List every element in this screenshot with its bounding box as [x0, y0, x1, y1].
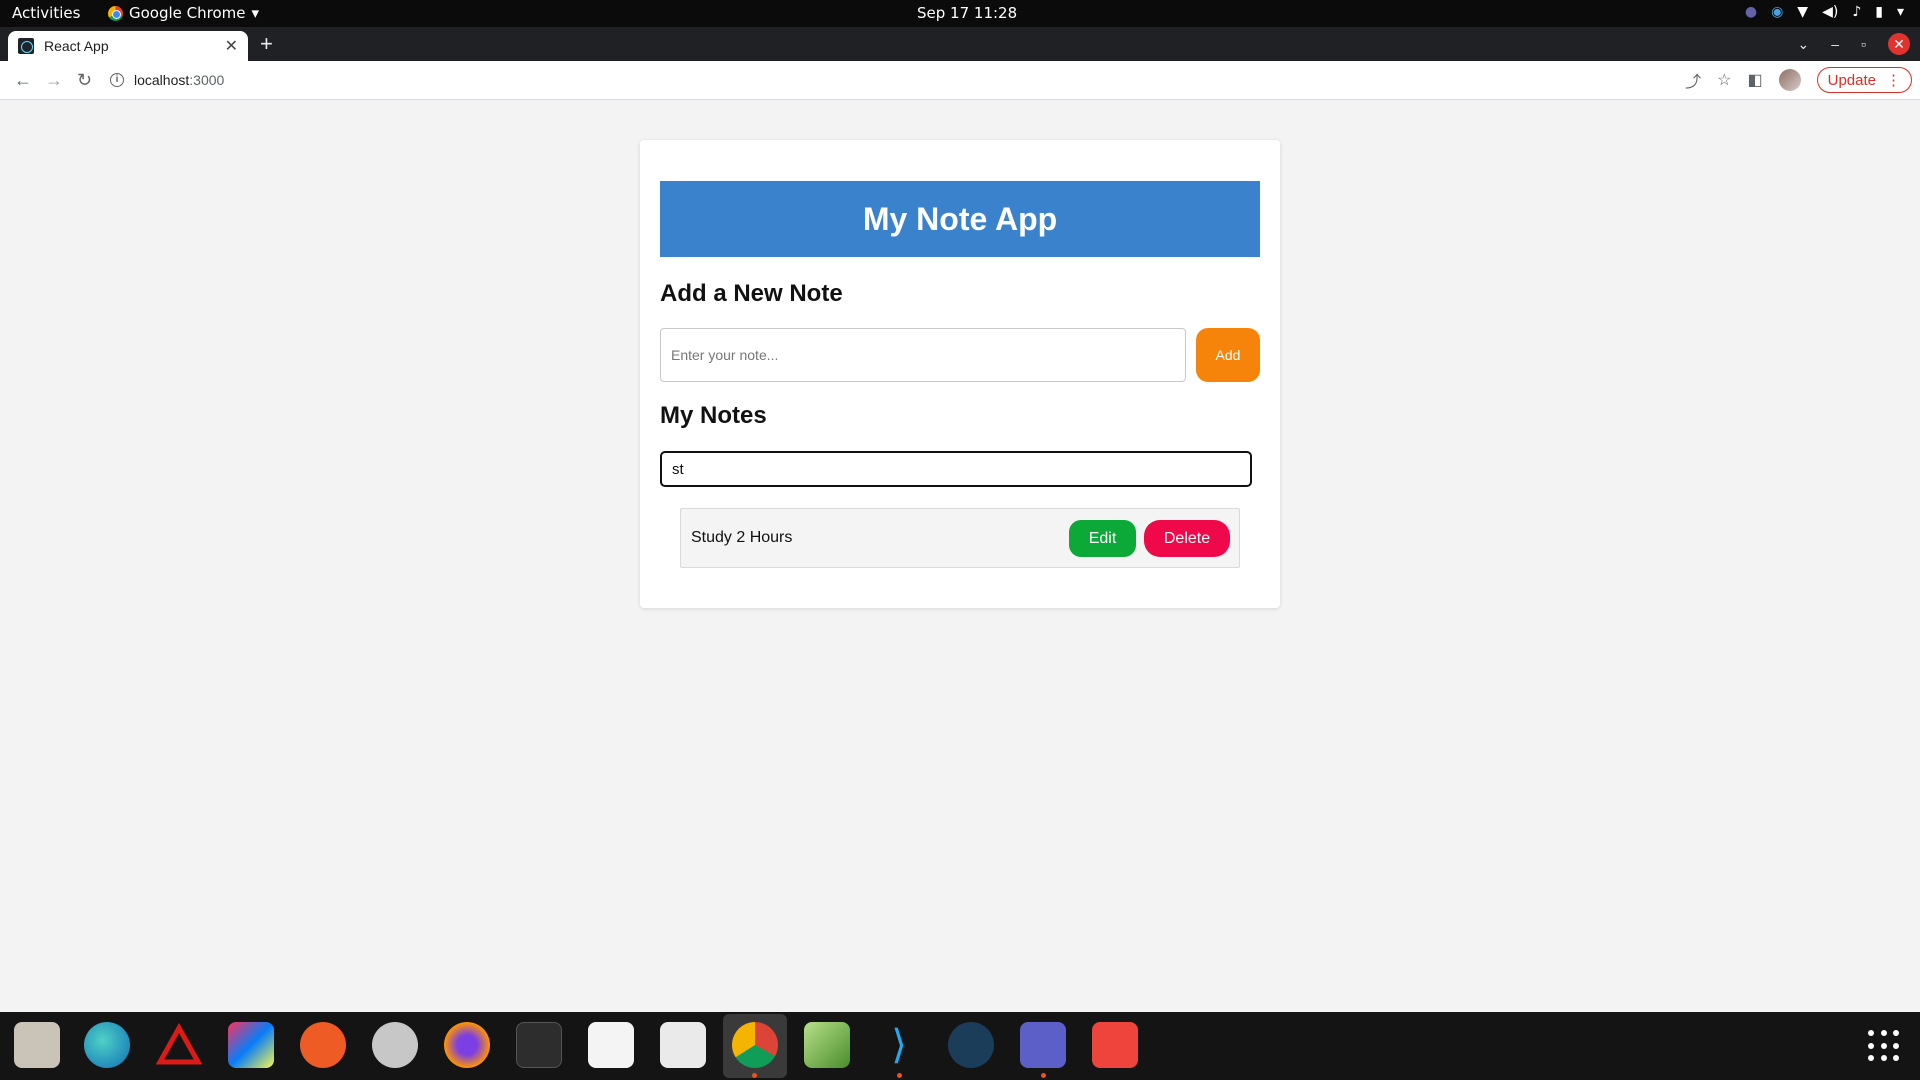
microphone-icon: ♪ — [1852, 4, 1862, 20]
my-notes-heading: My Notes — [660, 402, 767, 429]
terminal-icon[interactable] — [516, 1022, 562, 1068]
app-menu[interactable]: Google Chrome ▾ — [108, 4, 259, 22]
app-banner: My Note App — [660, 181, 1260, 257]
url-port: :3000 — [189, 72, 225, 88]
share-icon[interactable]: ⤴ — [1685, 68, 1701, 92]
system-top-bar: Activities Google Chrome ▾ Sep 17 11:28 … — [0, 0, 1920, 27]
edit-button[interactable]: Edit — [1069, 520, 1136, 557]
postman-icon[interactable] — [300, 1022, 346, 1068]
add-note-heading: Add a New Note — [660, 280, 843, 307]
minimize-button[interactable]: – — [1831, 36, 1839, 52]
back-icon[interactable]: ← — [14, 70, 32, 91]
tab-search-icon[interactable]: ⌄ — [1798, 36, 1810, 53]
note-app-card: My Note App Add a New Note Add My Notes … — [640, 140, 1280, 608]
search-input[interactable] — [660, 451, 1252, 487]
update-label: Update — [1827, 71, 1876, 89]
files-icon[interactable] — [14, 1022, 60, 1068]
forward-icon[interactable]: → — [45, 70, 63, 91]
maximize-button[interactable]: ▫ — [1861, 36, 1866, 52]
update-button[interactable]: Update ⋮ — [1816, 67, 1912, 93]
battery-icon: ▮ — [1875, 4, 1883, 20]
side-panel-icon[interactable]: ◧ — [1748, 70, 1763, 90]
tab-strip: React App ✕ + ⌄ – ▫ ✕ — [0, 27, 1920, 61]
wifi-icon: ▼ — [1797, 4, 1809, 20]
chrome-icon[interactable] — [732, 1022, 778, 1068]
app-menu-label: Google Chrome — [129, 4, 246, 22]
note-item: Study 2 Hours Edit Delete — [680, 508, 1240, 568]
add-button[interactable]: Add — [1196, 328, 1260, 382]
chevron-down-icon[interactable]: ▾ — [1897, 4, 1904, 20]
volume-icon: ◀) — [1822, 4, 1839, 20]
window-controls: ⌄ – ▫ ✕ — [1798, 33, 1910, 55]
clock[interactable]: Sep 17 11:28 — [917, 4, 1017, 22]
react-favicon-icon — [18, 38, 34, 54]
activities-button[interactable]: Activities — [12, 4, 80, 22]
angular-icon[interactable] — [155, 1022, 203, 1068]
anydesk-icon[interactable] — [1092, 1022, 1138, 1068]
teams-icon[interactable] — [1020, 1022, 1066, 1068]
firefox-icon[interactable] — [444, 1022, 490, 1068]
delete-button[interactable]: Delete — [1144, 520, 1230, 557]
address-bar[interactable]: i localhost:3000 — [110, 65, 1670, 95]
settings-icon[interactable] — [372, 1022, 418, 1068]
note-text: Study 2 Hours — [691, 529, 793, 546]
profile-avatar[interactable] — [1778, 69, 1801, 91]
browser-toolbar: ← → ↻ i localhost:3000 ⤴ ☆ ◧ Update ⋮ — [0, 61, 1920, 100]
toolbar-actions: ⤴ ☆ ◧ Update ⋮ — [1685, 67, 1912, 93]
url-host: localhost — [134, 72, 190, 88]
bookmark-star-icon[interactable]: ☆ — [1717, 70, 1731, 90]
site-info-icon[interactable]: i — [110, 73, 124, 87]
vscode-icon[interactable]: ⟩ — [876, 1022, 922, 1068]
running-indicator — [1041, 1073, 1046, 1078]
edge-beta-icon[interactable] — [84, 1022, 130, 1068]
vpn-tray-icon[interactable]: ◉ — [1771, 4, 1783, 20]
lock-app-icon[interactable] — [948, 1022, 994, 1068]
tab-react-app[interactable]: React App ✕ — [8, 31, 248, 61]
image-editor-icon[interactable] — [804, 1022, 850, 1068]
new-tab-button[interactable]: + — [260, 33, 273, 55]
close-tab-icon[interactable]: ✕ — [225, 36, 238, 56]
text-editor-icon[interactable] — [660, 1022, 706, 1068]
tab-title: React App — [44, 38, 109, 54]
dock: ⟩ — [0, 1012, 1920, 1080]
reload-icon[interactable]: ↻ — [77, 70, 92, 91]
teams-tray-icon[interactable]: ● — [1745, 4, 1757, 20]
app-title: My Note App — [862, 200, 1058, 237]
running-indicator — [752, 1073, 757, 1078]
system-tray[interactable]: ● ◉ ▼ ◀) ♪ ▮ ▾ — [1745, 4, 1904, 20]
caret-down-icon: ▾ — [251, 4, 260, 22]
intellij-icon[interactable] — [228, 1022, 274, 1068]
show-apps-icon[interactable] — [1868, 1030, 1900, 1062]
chrome-icon — [108, 5, 123, 21]
document-viewer-icon[interactable] — [588, 1022, 634, 1068]
running-indicator — [897, 1073, 902, 1078]
close-window-button[interactable]: ✕ — [1888, 33, 1910, 55]
note-input[interactable] — [660, 328, 1186, 382]
more-menu-icon: ⋮ — [1886, 71, 1901, 89]
